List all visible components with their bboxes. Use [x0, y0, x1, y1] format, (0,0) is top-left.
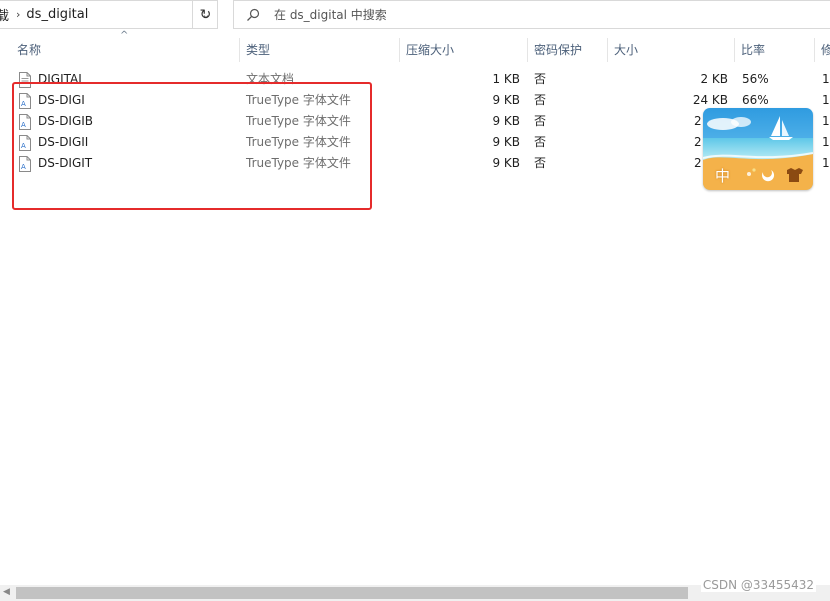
file-compressed-size: 9 KB	[492, 135, 520, 149]
breadcrumb-previous[interactable]: 载	[0, 5, 9, 24]
file-modified: 1	[822, 156, 830, 170]
column-divider[interactable]	[399, 38, 400, 62]
file-compressed-size: 9 KB	[492, 93, 520, 107]
file-password: 否	[534, 72, 547, 86]
file-modified: 1	[822, 72, 830, 86]
column-header-type[interactable]: 类型	[246, 36, 270, 64]
watermark-text: CSDN @33455432	[700, 578, 816, 592]
column-header-name[interactable]: 名称	[17, 36, 41, 64]
column-divider[interactable]	[527, 38, 528, 62]
search-input[interactable]	[272, 6, 576, 23]
column-header-size[interactable]: 大小	[614, 36, 638, 64]
file-size: 2	[694, 156, 702, 170]
file-password: 否	[534, 156, 547, 170]
column-divider[interactable]	[239, 38, 240, 62]
file-password: 否	[534, 114, 547, 128]
file-compressed-size: 9 KB	[492, 114, 520, 128]
scrollbar-thumb[interactable]	[16, 587, 688, 599]
column-divider[interactable]	[607, 38, 608, 62]
column-header-compressed-size[interactable]: 压缩大小	[406, 36, 454, 64]
refresh-icon: ↻	[199, 6, 212, 23]
breadcrumb-current-folder[interactable]: ds_digital	[26, 7, 195, 22]
file-modified: 1	[822, 135, 830, 149]
ime-status-widget[interactable]: 中	[703, 108, 813, 190]
highlight-annotation-box	[12, 82, 372, 210]
column-header-password[interactable]: 密码保护	[534, 36, 582, 64]
refresh-button[interactable]: ↻	[192, 0, 218, 29]
file-modified: 1	[822, 114, 830, 128]
file-size: 2	[694, 114, 702, 128]
column-header-ratio[interactable]: 比率	[741, 36, 765, 64]
breadcrumb-separator-icon: ›	[16, 8, 21, 21]
sort-ascending-icon: ^	[120, 30, 129, 41]
address-bar[interactable]: 载 › ds_digital ⌄	[0, 0, 218, 29]
file-ratio: 56%	[742, 72, 769, 86]
search-icon	[247, 8, 260, 21]
file-password: 否	[534, 93, 547, 107]
file-modified: 1	[822, 93, 830, 107]
file-size: 2 KB	[700, 72, 728, 86]
scroll-left-arrow-icon[interactable]: ◀	[3, 587, 10, 597]
file-password: 否	[534, 135, 547, 149]
search-box[interactable]	[233, 0, 830, 29]
file-compressed-size: 1 KB	[492, 72, 520, 86]
column-header-modified[interactable]: 修	[821, 36, 830, 64]
file-size: 2	[694, 135, 702, 149]
ime-mode-indicator[interactable]: 中	[715, 165, 730, 186]
column-header-row: ^ 名称 类型 压缩大小 密码保护 大小 比率 修	[0, 30, 830, 64]
column-divider[interactable]	[814, 38, 815, 62]
file-compressed-size: 9 KB	[492, 156, 520, 170]
column-divider[interactable]	[734, 38, 735, 62]
